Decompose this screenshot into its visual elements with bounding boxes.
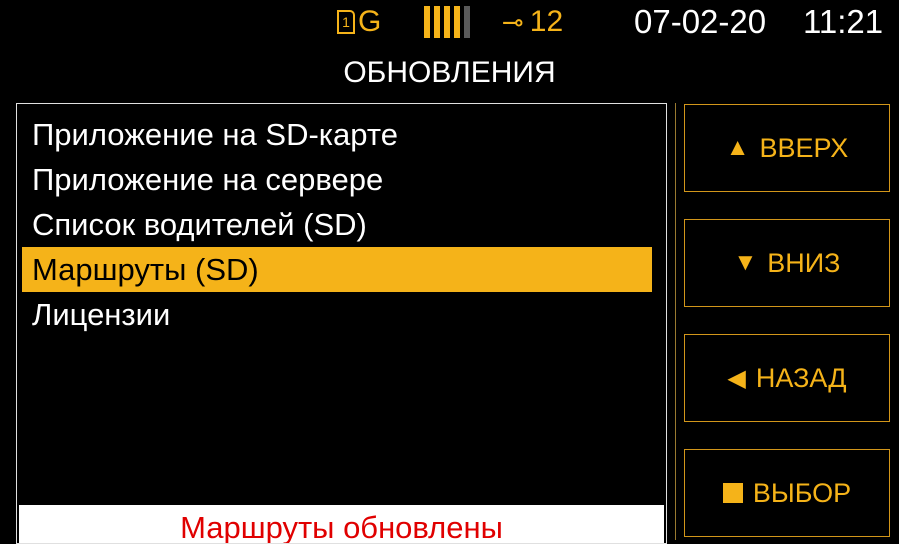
sim-card-icon: 1	[337, 10, 355, 34]
date: 07-02-20	[634, 3, 767, 40]
up-button[interactable]: ▲ ВВЕРХ	[684, 104, 890, 192]
satellite-indicator: ⊸ 12	[502, 4, 563, 40]
time: 11:21	[803, 3, 884, 40]
down-button-label: ВНИЗ	[767, 247, 841, 278]
status-bar: 1G ⊸ 12 07-02-20 11:21	[0, 0, 899, 44]
list-item[interactable]: Приложение на сервере	[22, 157, 652, 202]
up-button-label: ВВЕРХ	[759, 132, 849, 163]
signal-strength-icon	[424, 4, 470, 40]
arrow-left-icon: ◀	[727, 364, 746, 392]
list-item[interactable]: Приложение на SD-карте	[22, 112, 652, 157]
select-button[interactable]: ВЫБОР	[684, 449, 890, 537]
list-item-selected[interactable]: Маршруты (SD)	[22, 247, 652, 292]
menu-list-panel: Приложение на SD-карте Приложение на сер…	[16, 103, 667, 544]
satellite-count: 12	[529, 5, 564, 38]
stop-square-icon	[722, 483, 743, 503]
list-item[interactable]: Лицензии	[22, 292, 652, 337]
arrow-up-icon: ▲	[725, 134, 750, 161]
sim-indicator: 1G	[337, 4, 381, 40]
status-message: Маршруты обновлены	[19, 505, 664, 543]
select-button-label: ВЫБОР	[752, 477, 852, 508]
signal-bar	[444, 6, 450, 38]
down-button[interactable]: ▼ ВНИЗ	[684, 219, 890, 307]
signal-bar	[424, 6, 430, 38]
back-button-label: НАЗАД	[755, 362, 847, 393]
signal-bar	[454, 6, 460, 38]
network-type: G	[358, 5, 382, 38]
menu-list: Приложение на SD-карте Приложение на сер…	[22, 112, 652, 337]
signal-bar	[464, 6, 470, 38]
divider	[675, 103, 676, 540]
signal-bar	[434, 6, 440, 38]
arrow-down-icon: ▼	[733, 249, 758, 276]
page-title: ОБНОВЛЕНИЯ	[343, 56, 556, 89]
list-item[interactable]: Список водителей (SD)	[22, 202, 652, 247]
back-button[interactable]: ◀ НАЗАД	[684, 334, 890, 422]
satellite-icon: ⊸	[502, 6, 524, 37]
